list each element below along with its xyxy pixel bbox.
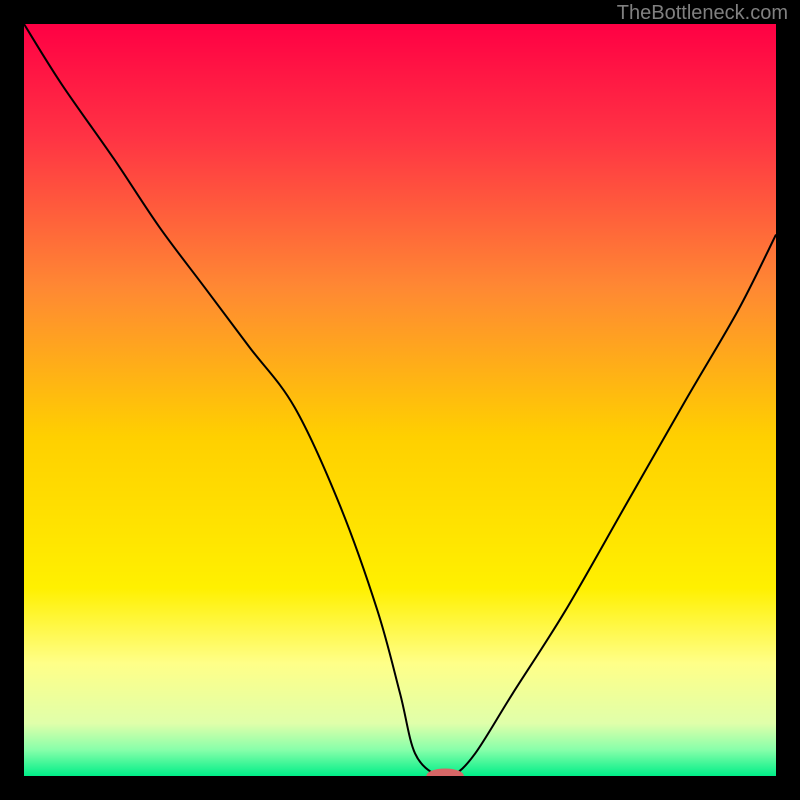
- chart-plot-area: [24, 24, 776, 776]
- chart-background: [24, 24, 776, 776]
- chart-svg: [24, 24, 776, 776]
- attribution-text: TheBottleneck.com: [617, 2, 788, 25]
